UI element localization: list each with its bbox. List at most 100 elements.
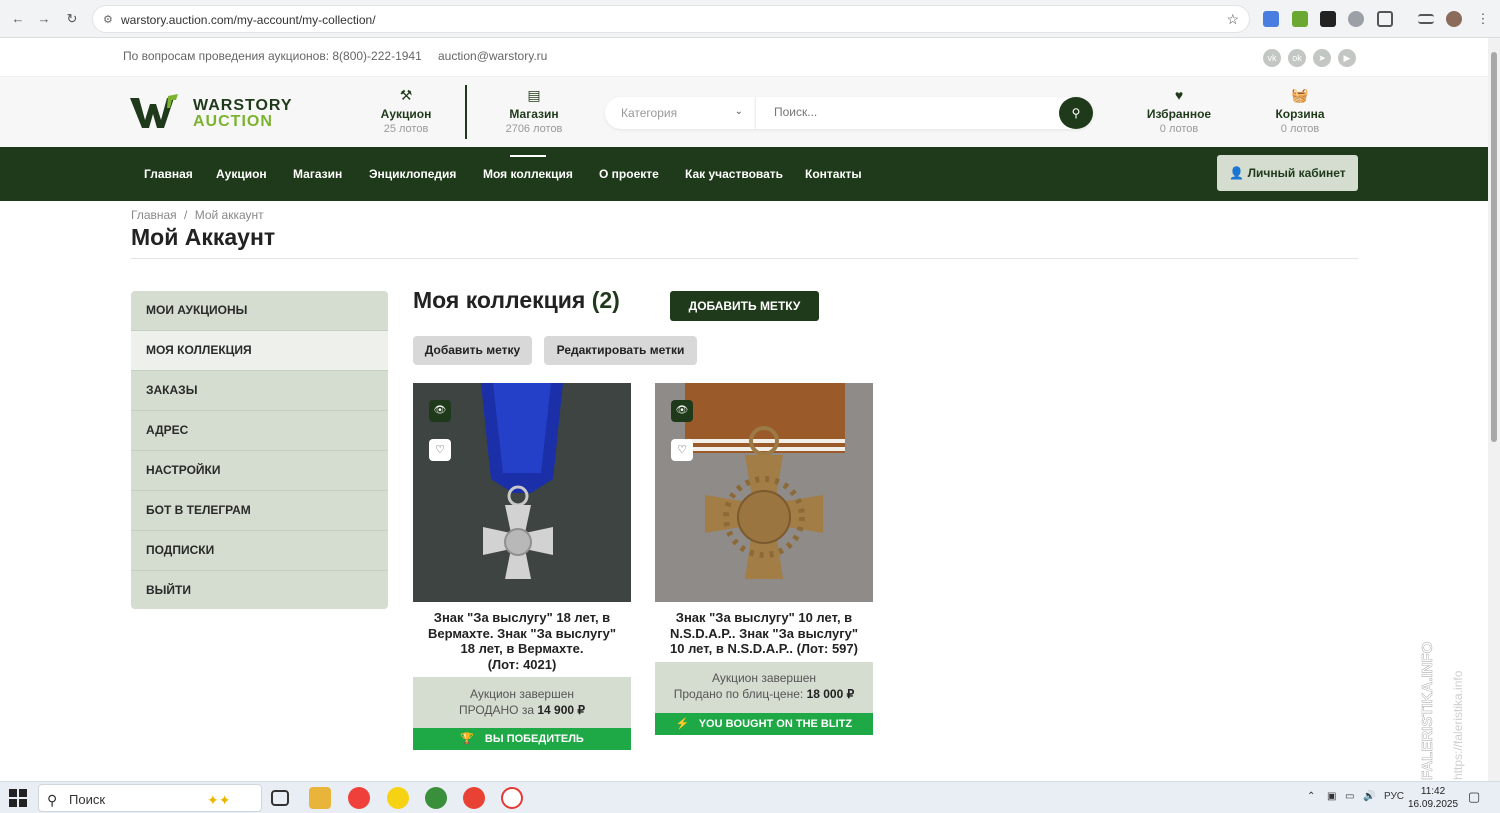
winner-badge-label: ВЫ ПОБЕДИТЕЛЬ [484, 733, 584, 745]
header-shop-link[interactable]: ▤ Магазин 2706 лотов [479, 87, 589, 135]
odnoklassniki-icon[interactable]: ok [1288, 49, 1306, 67]
email-link[interactable]: auction@warstory.ru [438, 49, 547, 63]
forward-arrow-icon[interactable]: → [34, 9, 54, 29]
sidebar-item-logout[interactable]: ВЫЙТИ [131, 571, 388, 609]
taskbar-clock[interactable]: 11:42 16.09.2025 [1408, 785, 1458, 811]
tray-chevron-icon[interactable]: ⌃ [1307, 791, 1315, 802]
breadcrumb-home[interactable]: Главная [131, 208, 177, 222]
add-tag-primary-button[interactable]: ДОБАВИТЬ МЕТКУ [670, 291, 819, 321]
favorite-heart-icon[interactable]: ♡ [429, 439, 451, 461]
phone-info: По вопросам проведения аукционов: 8(800)… [123, 49, 422, 63]
breadcrumb: Главная / Мой аккаунт [131, 208, 264, 222]
account-button[interactable]: 👤 Личный кабинет [1217, 155, 1358, 191]
header-favorites-link[interactable]: ♥ Избранное 0 лотов [1124, 87, 1234, 135]
notifications-icon[interactable]: ▢ [1468, 789, 1480, 805]
card-title[interactable]: Знак "За выслугу" 18 лет, в Вермахте. Зн… [413, 610, 631, 672]
reading-list-icon[interactable] [1418, 14, 1434, 24]
category-select[interactable]: Категория ⌄ [605, 97, 755, 129]
eye-icon[interactable]: 👁 [671, 400, 693, 422]
nav-shop[interactable]: Магазин [293, 167, 342, 181]
nav-my-collection[interactable]: Моя коллекция [483, 155, 573, 181]
file-explorer-icon[interactable] [309, 787, 331, 809]
faleristika-watermark: FALERISTIKA.INFO https://faleristika.inf… [1419, 641, 1465, 780]
network-icon[interactable]: ▭ [1345, 791, 1354, 802]
sidebar-item-subscriptions[interactable]: ПОДПИСКИ [131, 531, 388, 571]
address-bar[interactable]: ⚙ warstory.auction.com/my-account/my-col… [92, 5, 1250, 33]
taskbar-search[interactable]: ⚲ Поиск ✦✦ [38, 784, 262, 812]
page-scrollbar[interactable] [1488, 38, 1500, 781]
favorite-heart-icon[interactable]: ♡ [671, 439, 693, 461]
card-title[interactable]: Знак "За выслугу" 10 лет, в N.S.D.A.P.. … [655, 610, 873, 657]
warstory-logo-icon[interactable] [130, 94, 180, 129]
edit-tags-button[interactable]: Редактировать метки [544, 336, 697, 365]
scrollbar-thumb[interactable] [1491, 52, 1497, 442]
nav-about[interactable]: О проекте [599, 167, 659, 181]
vk-icon[interactable]: vk [1263, 49, 1281, 67]
header-favorites-title: Избранное [1146, 107, 1212, 121]
yandex-icon[interactable] [348, 787, 370, 809]
task-view-icon[interactable] [271, 790, 289, 806]
chrome-icon[interactable] [463, 787, 485, 809]
header-divider [465, 85, 467, 139]
download-extension-icon[interactable] [1292, 11, 1308, 27]
back-arrow-icon[interactable]: ← [8, 9, 28, 29]
reload-icon[interactable]: ↻ [62, 9, 82, 29]
page-title: Мой Аккаунт [131, 224, 276, 250]
globe-extension-icon[interactable] [1348, 11, 1364, 27]
nav-contacts[interactable]: Контакты [805, 167, 862, 181]
chevron-down-icon: ⌄ [734, 106, 743, 117]
search-input[interactable] [774, 105, 1034, 119]
language-indicator[interactable]: РУС [1384, 791, 1404, 802]
breadcrumb-current: Мой аккаунт [194, 208, 264, 222]
profile-avatar[interactable] [1446, 11, 1462, 27]
sidebar-item-my-auctions[interactable]: МОИ АУКЦИОНЫ [131, 291, 388, 331]
windows-start-icon[interactable] [8, 788, 28, 808]
green-app-icon[interactable] [425, 787, 447, 809]
auction-status: Аукцион завершен [711, 671, 817, 685]
trophy-icon: 🏆 [460, 733, 474, 745]
yandex-browser-icon[interactable] [501, 787, 523, 809]
nav-auction[interactable]: Аукцион [216, 167, 267, 181]
collection-title: Моя коллекция (2) [413, 287, 620, 314]
header-cart-link[interactable]: 🧺 Корзина 0 лотов [1245, 87, 1355, 135]
translate-extension-icon[interactable] [1263, 11, 1279, 27]
nav-home[interactable]: Главная [144, 167, 193, 181]
search-icon: ⚲ [47, 792, 58, 808]
card-title-text: Знак "За выслугу" 18 лет, в Вермахте. Зн… [427, 610, 617, 656]
basket-icon: 🧺 [1291, 87, 1309, 103]
menu-kebab-icon[interactable]: ⋮ [1473, 9, 1493, 29]
header-cart-title: Корзина [1275, 107, 1325, 121]
sidebar-item-my-collection[interactable]: МОЯ КОЛЛЕКЦИЯ [131, 331, 388, 371]
extension-icon[interactable] [1320, 11, 1336, 27]
eye-icon[interactable]: 👁 [429, 400, 451, 422]
collection-card[interactable]: 👁 ♡ Знак "За выслугу" 18 лет, в Вермахте… [413, 383, 631, 751]
sidebar-item-telegram-bot[interactable]: БОТ В ТЕЛЕГРАМ [131, 491, 388, 531]
search-button[interactable]: ⚲ [1059, 97, 1093, 129]
site-header: WARSTORY AUCTION ⚒ Аукцион 25 лотов ▤ Ма… [0, 77, 1488, 147]
account-button-label: Личный кабинет [1247, 166, 1346, 180]
yellow-app-icon[interactable] [387, 787, 409, 809]
header-cart-count: 0 лотов [1280, 123, 1320, 135]
telegram-icon[interactable]: ➤ [1313, 49, 1331, 67]
volume-icon[interactable]: 🔊 [1363, 791, 1375, 802]
breadcrumb-separator: / [184, 208, 188, 222]
collection-card[interactable]: 👁 ♡ Знак "За выслугу" 10 лет, в N.S.D.A.… [655, 383, 873, 736]
sidebar-item-orders[interactable]: ЗАКАЗЫ [131, 371, 388, 411]
account-sidebar: МОИ АУКЦИОНЫ МОЯ КОЛЛЕКЦИЯ ЗАКАЗЫ АДРЕС … [131, 291, 388, 609]
header-auction-link[interactable]: ⚒ Аукцион 25 лотов [351, 87, 461, 135]
nav-encyclopedia[interactable]: Энциклопедия [369, 167, 456, 181]
card-status: Аукцион завершен ПРОДАНО за 14 900 ₽ [413, 677, 631, 728]
youtube-icon[interactable]: ▶ [1338, 49, 1356, 67]
add-tag-button[interactable]: Добавить метку [413, 336, 532, 365]
tray-app-icon[interactable]: ▣ [1327, 791, 1336, 802]
puzzle-extensions-icon[interactable] [1377, 11, 1393, 27]
winner-badge: 🏆 ВЫ ПОБЕДИТЕЛЬ [413, 728, 631, 750]
sidebar-item-address[interactable]: АДРЕС [131, 411, 388, 451]
search-icon: ⚲ [1071, 106, 1081, 120]
site-info-icon[interactable]: ⚙ [103, 13, 113, 26]
header-auction-count: 25 лотов [383, 123, 429, 135]
bookmark-star-icon[interactable]: ☆ [1226, 11, 1239, 28]
sidebar-item-settings[interactable]: НАСТРОЙКИ [131, 451, 388, 491]
nav-how-to-participate[interactable]: Как участвовать [685, 167, 783, 181]
price-value: 14 900 ₽ [537, 703, 586, 717]
